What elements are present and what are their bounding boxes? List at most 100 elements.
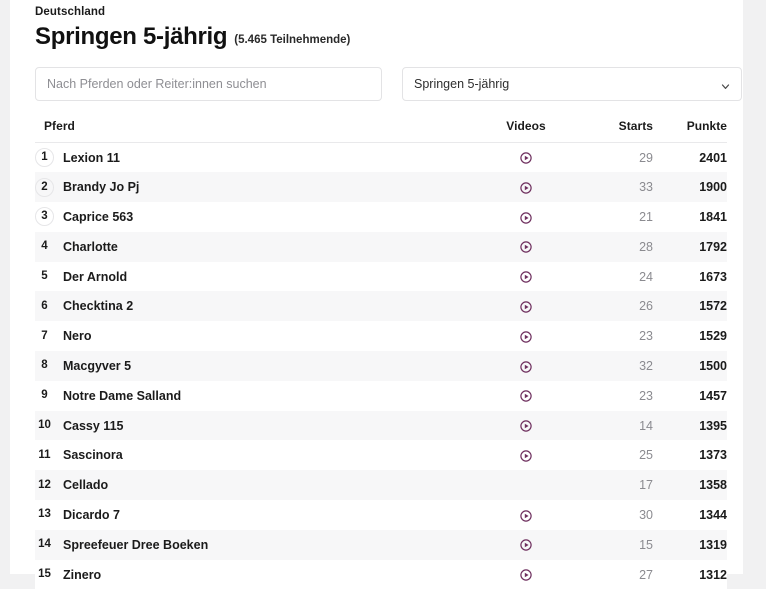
play-circle-icon[interactable]	[520, 420, 532, 432]
cell-points: 1792	[653, 232, 727, 262]
play-circle-icon[interactable]	[520, 450, 532, 462]
cell-horse: 12 Cellado	[35, 470, 481, 500]
cell-points: 1457	[653, 381, 727, 411]
cell-video	[481, 500, 571, 530]
play-circle-icon[interactable]	[520, 152, 532, 164]
rank-badge: 12	[35, 476, 54, 495]
horse-name[interactable]: Sascinora	[63, 448, 123, 462]
page-header: Deutschland Springen 5-jährig (5.465 Tei…	[10, 0, 743, 51]
cell-video	[481, 351, 571, 381]
horse-name[interactable]: Notre Dame Salland	[63, 389, 181, 403]
rank-badge: 14	[35, 535, 54, 554]
table-row[interactable]: 7Nero231529	[35, 321, 727, 351]
chevron-down-icon	[721, 80, 730, 89]
table-row[interactable]: 6Checktina 2261572	[35, 291, 727, 321]
table-row[interactable]: 11Sascinora251373	[35, 440, 727, 470]
play-circle-icon[interactable]	[520, 390, 532, 402]
table-row[interactable]: 8Macgyver 5321500	[35, 351, 727, 381]
breadcrumb: Deutschland	[35, 5, 718, 20]
cell-points: 1841	[653, 202, 727, 232]
rank-badge: 8	[35, 356, 54, 375]
horse-name[interactable]: Caprice 563	[63, 210, 133, 224]
play-circle-icon[interactable]	[520, 301, 532, 313]
column-header-starts[interactable]: Starts	[571, 119, 653, 143]
title-row: Springen 5-jährig (5.465 Teilnehmende)	[35, 23, 718, 51]
cell-starts: 15	[571, 530, 653, 560]
horse-name[interactable]: Der Arnold	[63, 270, 127, 284]
play-circle-icon[interactable]	[520, 539, 532, 551]
cell-starts: 30	[571, 500, 653, 530]
table-row[interactable]: 4Charlotte281792	[35, 232, 727, 262]
cell-horse: 5 Der Arnold	[35, 262, 481, 292]
discipline-select-wrapper: Springen 5-jährig	[402, 67, 742, 101]
cell-video	[481, 470, 571, 500]
cell-video	[481, 143, 571, 173]
cell-starts: 28	[571, 232, 653, 262]
table-row[interactable]: 9Notre Dame Salland231457	[35, 381, 727, 411]
cell-starts: 33	[571, 172, 653, 202]
play-circle-icon[interactable]	[520, 510, 532, 522]
table-row[interactable]: 5Der Arnold241673	[35, 262, 727, 292]
rank-badge: 13	[35, 505, 54, 524]
discipline-select[interactable]: Springen 5-jährig	[402, 67, 742, 101]
horse-name[interactable]: Nero	[63, 329, 91, 343]
rank-badge: 5	[35, 267, 54, 286]
cell-video	[481, 172, 571, 202]
rank-badge: 6	[35, 297, 54, 316]
table-row[interactable]: 10Cassy 115141395	[35, 411, 727, 441]
horse-name[interactable]: Checktina 2	[63, 299, 133, 313]
cell-points: 1312	[653, 560, 727, 589]
column-header-horse[interactable]: Pferd	[35, 119, 481, 143]
column-header-videos[interactable]: Videos	[481, 119, 571, 143]
table-row[interactable]: 14 Spreefeuer Dree Boeken 151319	[35, 530, 727, 560]
table-row[interactable]: 2Brandy Jo Pj331900	[35, 172, 727, 202]
play-circle-icon[interactable]	[520, 241, 532, 253]
cell-horse: 1 Lexion 11	[35, 143, 481, 173]
cell-horse: 2Brandy Jo Pj	[35, 172, 481, 202]
play-circle-icon[interactable]	[520, 182, 532, 194]
participants-count: (5.465 Teilnehmende)	[234, 34, 350, 46]
table-row[interactable]: 12Cellado171358	[35, 470, 727, 500]
play-circle-icon[interactable]	[520, 569, 532, 581]
horse-name[interactable]: Spreefeuer Dree Boeken	[63, 538, 208, 552]
horse-name[interactable]: Brandy Jo Pj	[63, 180, 139, 194]
horse-name[interactable]: Cellado	[63, 478, 108, 492]
cell-starts: 25	[571, 440, 653, 470]
horse-name[interactable]: Macgyver 5	[63, 359, 131, 373]
cell-starts: 14	[571, 411, 653, 441]
table-body: 1Lexion 112924012Brandy Jo Pj3319003Capr…	[35, 143, 727, 589]
play-circle-icon[interactable]	[520, 271, 532, 283]
horse-name[interactable]: Lexion 11	[63, 151, 120, 165]
table-row[interactable]: 3Caprice 563211841	[35, 202, 727, 232]
cell-starts: 17	[571, 470, 653, 500]
table-row[interactable]: 1Lexion 11292401	[35, 143, 727, 173]
cell-horse: 9Notre Dame Salland	[35, 381, 481, 411]
play-circle-icon[interactable]	[520, 212, 532, 224]
cell-points: 1529	[653, 321, 727, 351]
cell-video	[481, 291, 571, 321]
rank-badge: 1	[35, 148, 54, 167]
cell-video	[481, 381, 571, 411]
table-row[interactable]: 15Zinero271312	[35, 560, 727, 589]
cell-points: 1500	[653, 351, 727, 381]
horse-name[interactable]: Zinero	[63, 568, 101, 582]
search-input[interactable]	[35, 67, 382, 101]
cell-horse: 14 Spreefeuer Dree Boeken	[35, 530, 481, 560]
cell-starts: 29	[571, 143, 653, 173]
column-header-points[interactable]: Punkte	[653, 119, 727, 143]
table-row[interactable]: 13Dicardo 7301344	[35, 500, 727, 530]
cell-video	[481, 202, 571, 232]
cell-points: 1319	[653, 530, 727, 560]
horse-name[interactable]: Dicardo 7	[63, 508, 120, 522]
horse-name[interactable]: Charlotte	[63, 240, 118, 254]
search-field-wrapper	[35, 67, 382, 101]
page-title: Springen 5-jährig	[35, 23, 227, 51]
play-circle-icon[interactable]	[520, 361, 532, 373]
cell-horse: 3Caprice 563	[35, 202, 481, 232]
cell-points: 1395	[653, 411, 727, 441]
horse-name[interactable]: Cassy 115	[63, 419, 123, 433]
cell-horse: 7Nero	[35, 321, 481, 351]
play-circle-icon[interactable]	[520, 331, 532, 343]
cell-starts: 26	[571, 291, 653, 321]
cell-video	[481, 262, 571, 292]
